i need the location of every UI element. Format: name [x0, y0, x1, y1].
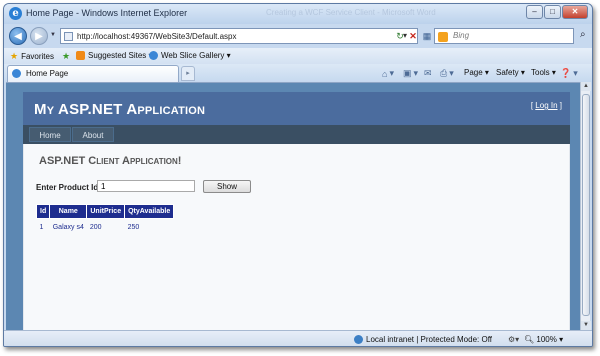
product-id-input[interactable]	[97, 180, 195, 192]
products-grid: Id Name UnitPrice QtyAvailable 1 Galaxy …	[35, 204, 175, 237]
suggested-sites-link[interactable]: Suggested Sites ▾	[76, 51, 153, 60]
cell-unitprice: 200	[89, 224, 102, 231]
page-heading: ASP.NET Client Application!	[39, 155, 182, 167]
web-slice-gallery-link[interactable]: Web Slice Gallery ▾	[149, 51, 231, 60]
feeds-button[interactable]: ▣ ▾	[403, 68, 418, 79]
home-button[interactable]: ⌂ ▾	[382, 68, 394, 79]
help-button[interactable]: ❓ ▾	[560, 68, 578, 79]
page-viewport: My ASP.NET Application [ Log In ] Home A…	[6, 82, 580, 330]
zoom-value: 100%	[536, 335, 557, 344]
site-page: My ASP.NET Application [ Log In ] Home A…	[23, 92, 570, 330]
search-box[interactable]: Bing	[434, 28, 574, 44]
search-placeholder: Bing	[453, 31, 470, 40]
favorites-star-icon: ★	[10, 51, 19, 61]
bing-icon	[438, 32, 448, 42]
window-title: Home Page - Windows Internet Explorer	[26, 8, 188, 18]
cell-id: 1	[39, 224, 44, 231]
window-controls: – □ ✕	[526, 5, 588, 19]
address-url: http://localhost:49367/WebSite3/Default.…	[77, 32, 237, 41]
product-id-label: Enter Product Id	[36, 183, 99, 192]
scroll-up-icon[interactable]: ▲	[581, 82, 591, 91]
favorites-label: Favorites	[21, 52, 54, 61]
help-icon: ❓	[560, 68, 572, 78]
protected-mode-icon[interactable]: ⚙▾	[508, 335, 519, 344]
forward-button[interactable]: ▶	[30, 27, 48, 45]
column-header-qtyavailable: QtyAvailable	[124, 204, 175, 219]
print-button[interactable]: ⎙ ▾	[440, 68, 454, 79]
tab-label: Home Page	[26, 69, 69, 78]
recent-pages-dropdown[interactable]: ▼	[50, 32, 56, 38]
address-row: ◀ ▶ ▼ http://localhost:49367/WebSite3/De…	[4, 24, 592, 48]
favorites-bar: ★ Favorites ★ Suggested Sites ▾ Web Slic…	[4, 48, 592, 64]
show-button[interactable]: Show	[203, 180, 251, 193]
login-display: [ Log In ]	[531, 101, 562, 110]
help-dropdown-icon: ▾	[573, 68, 578, 78]
tab-home-page[interactable]: Home Page	[7, 65, 179, 82]
site-title: My ASP.NET Application	[34, 101, 206, 118]
cell-qtyavailable: 250	[127, 224, 140, 231]
add-favorite-icon: ★	[62, 51, 71, 61]
zoom-icon: 🔍︎	[524, 335, 535, 344]
grid-header-row: Id Name UnitPrice QtyAvailable	[35, 204, 175, 219]
maximize-button[interactable]: □	[544, 5, 561, 19]
refresh-icon[interactable]: ↻	[393, 28, 407, 44]
table-row: 1 Galaxy s4 200 250	[37, 219, 174, 237]
browser-window: e Home Page - Windows Internet Explorer …	[3, 3, 593, 347]
title-bar: e Home Page - Windows Internet Explorer …	[4, 4, 592, 24]
web-slice-icon	[149, 51, 158, 60]
feeds-icon: ▣	[403, 68, 412, 78]
mail-button[interactable]: ✉	[424, 68, 432, 79]
tab-page-icon	[12, 69, 21, 78]
stop-icon[interactable]: ✕	[406, 28, 420, 44]
zoom-level[interactable]: 🔍︎ 100% ▾	[524, 335, 563, 344]
print-dropdown-icon: ▾	[449, 68, 454, 78]
site-menu: Home About	[23, 125, 570, 144]
scroll-down-icon[interactable]: ▼	[581, 321, 591, 330]
menu-item-home[interactable]: Home	[29, 127, 71, 142]
web-slice-gallery-label: Web Slice Gallery ▾	[161, 51, 231, 60]
security-zone-text: Local intranet | Protected Mode: Off	[366, 335, 492, 344]
main-content: ASP.NET Client Application! Enter Produc…	[23, 144, 570, 330]
security-zone[interactable]: Local intranet | Protected Mode: Off	[354, 335, 492, 344]
favorites-button[interactable]: ★ Favorites	[10, 51, 54, 62]
address-bar[interactable]: http://localhost:49367/WebSite3/Default.…	[60, 28, 418, 44]
background-window-title: Creating a WCF Service Client - Microsof…	[266, 8, 436, 17]
home-dropdown-icon: ▾	[389, 68, 394, 78]
column-header-unitprice: UnitPrice	[86, 204, 126, 219]
suggested-sites-icon	[76, 51, 85, 60]
mail-icon: ✉	[424, 68, 432, 78]
log-in-link[interactable]: Log In	[535, 101, 557, 110]
tools-menu[interactable]: Tools ▾	[531, 68, 556, 77]
status-bar: Local intranet | Protected Mode: Off ⚙▾ …	[4, 330, 592, 346]
search-icon[interactable]: ⌕	[580, 29, 586, 40]
add-to-favorites-button[interactable]: ★	[62, 51, 70, 62]
column-header-name: Name	[49, 204, 88, 219]
tab-bar: Home Page ▸ ⌂ ▾ ▣ ▾ ✉ ⎙ ▾ Page ▾ Safety ▾ T…	[4, 64, 592, 82]
ie-logo-icon: e	[9, 7, 22, 20]
scrollbar-thumb[interactable]	[582, 94, 590, 316]
login-bracket-close: ]	[557, 101, 562, 110]
intranet-icon	[354, 335, 363, 344]
cell-name: Galaxy s4	[52, 224, 84, 231]
compatibility-view-icon[interactable]: ▦	[420, 28, 434, 44]
safety-menu[interactable]: Safety ▾	[496, 68, 525, 77]
page-menu[interactable]: Page ▾	[464, 68, 489, 77]
feeds-dropdown-icon: ▾	[413, 68, 419, 78]
back-button[interactable]: ◀	[9, 27, 27, 45]
vertical-scrollbar[interactable]: ▲ ▼	[580, 82, 591, 330]
suggested-sites-label: Suggested Sites ▾	[88, 51, 153, 60]
minimize-button[interactable]: –	[526, 5, 543, 19]
page-icon	[64, 32, 73, 41]
menu-item-about[interactable]: About	[72, 127, 114, 142]
print-icon: ⎙	[440, 68, 448, 78]
new-tab-button[interactable]: ▸	[181, 66, 195, 81]
close-button[interactable]: ✕	[562, 5, 588, 19]
column-header-id: Id	[35, 204, 51, 219]
site-header: My ASP.NET Application [ Log In ]	[23, 92, 570, 125]
home-icon: ⌂	[382, 68, 388, 79]
